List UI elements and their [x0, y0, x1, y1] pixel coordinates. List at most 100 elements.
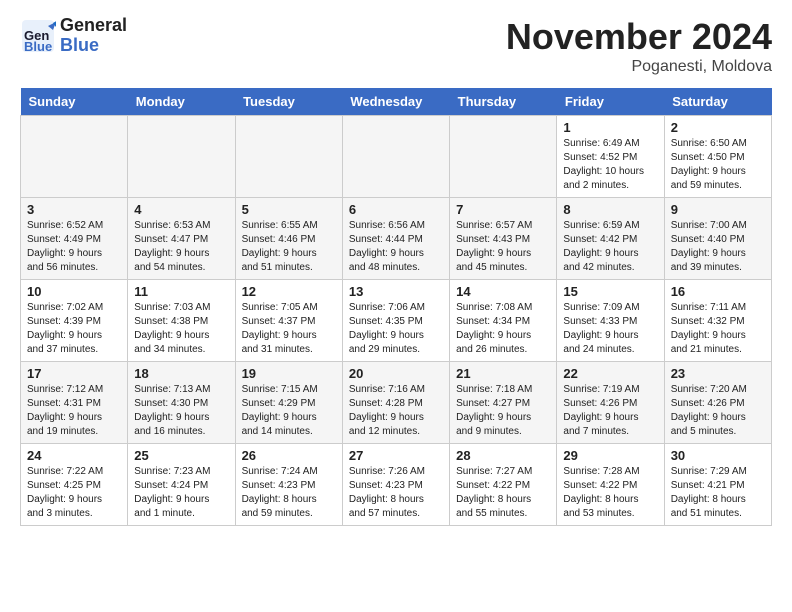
day-info: Sunrise: 7:29 AM Sunset: 4:21 PM Dayligh… — [671, 465, 765, 521]
day-info: Sunrise: 7:13 AM Sunset: 4:30 PM Dayligh… — [134, 383, 228, 439]
calendar-cell: 22 Sunrise: 7:19 AM Sunset: 4:26 PM Dayli… — [557, 362, 664, 444]
svg-text:Blue: Blue — [24, 39, 52, 54]
calendar-cell: 1 Sunrise: 6:49 AM Sunset: 4:52 PM Daylig… — [557, 116, 664, 198]
calendar-cell: 24 Sunrise: 7:22 AM Sunset: 4:25 PM Dayli… — [21, 444, 128, 526]
day-number: 14 — [456, 284, 550, 299]
day-number: 5 — [242, 202, 336, 217]
day-number: 22 — [563, 366, 657, 381]
day-info: Sunrise: 7:00 AM Sunset: 4:40 PM Dayligh… — [671, 219, 765, 275]
day-number: 15 — [563, 284, 657, 299]
header: Gen Blue General Blue November 2024 Poga… — [20, 16, 772, 76]
week-row-1: 3 Sunrise: 6:52 AM Sunset: 4:49 PM Daylig… — [21, 198, 772, 280]
day-number: 19 — [242, 366, 336, 381]
day-number: 29 — [563, 448, 657, 463]
day-info: Sunrise: 7:24 AM Sunset: 4:23 PM Dayligh… — [242, 465, 336, 521]
day-number: 17 — [27, 366, 121, 381]
day-info: Sunrise: 7:15 AM Sunset: 4:29 PM Dayligh… — [242, 383, 336, 439]
calendar-cell: 3 Sunrise: 6:52 AM Sunset: 4:49 PM Daylig… — [21, 198, 128, 280]
day-info: Sunrise: 7:11 AM Sunset: 4:32 PM Dayligh… — [671, 301, 765, 357]
month-title: November 2024 — [506, 16, 772, 58]
calendar-cell: 5 Sunrise: 6:55 AM Sunset: 4:46 PM Daylig… — [235, 198, 342, 280]
calendar-cell — [128, 116, 235, 198]
weekday-header-tuesday: Tuesday — [235, 88, 342, 116]
day-info: Sunrise: 7:22 AM Sunset: 4:25 PM Dayligh… — [27, 465, 121, 521]
location: Poganesti, Moldova — [506, 58, 772, 76]
calendar-cell: 27 Sunrise: 7:26 AM Sunset: 4:23 PM Dayli… — [342, 444, 449, 526]
day-info: Sunrise: 7:09 AM Sunset: 4:33 PM Dayligh… — [563, 301, 657, 357]
calendar-cell: 7Sunrise: 6:57 AM Sunset: 4:43 PM Daylig… — [450, 198, 557, 280]
logo: Gen Blue General Blue — [20, 16, 127, 56]
calendar-cell — [235, 116, 342, 198]
day-number: 23 — [671, 366, 765, 381]
day-number: 27 — [349, 448, 443, 463]
day-number: 30 — [671, 448, 765, 463]
calendar-cell: 9Sunrise: 7:00 AM Sunset: 4:40 PM Daylig… — [664, 198, 771, 280]
day-info: Sunrise: 7:26 AM Sunset: 4:23 PM Dayligh… — [349, 465, 443, 521]
day-number: 25 — [134, 448, 228, 463]
day-number: 21 — [456, 366, 550, 381]
day-info: Sunrise: 6:52 AM Sunset: 4:49 PM Dayligh… — [27, 219, 121, 275]
day-info: Sunrise: 6:56 AM Sunset: 4:44 PM Dayligh… — [349, 219, 443, 275]
day-info: Sunrise: 6:53 AM Sunset: 4:47 PM Dayligh… — [134, 219, 228, 275]
day-number: 11 — [134, 284, 228, 299]
day-info: Sunrise: 6:59 AM Sunset: 4:42 PM Dayligh… — [563, 219, 657, 275]
calendar-cell: 20 Sunrise: 7:16 AM Sunset: 4:28 PM Dayli… — [342, 362, 449, 444]
calendar-cell: 26 Sunrise: 7:24 AM Sunset: 4:23 PM Dayli… — [235, 444, 342, 526]
logo-blue: Blue — [60, 36, 127, 56]
calendar-cell: 12 Sunrise: 7:05 AM Sunset: 4:37 PM Dayli… — [235, 280, 342, 362]
calendar-cell: 21 Sunrise: 7:18 AM Sunset: 4:27 PM Dayli… — [450, 362, 557, 444]
calendar-cell: 29 Sunrise: 7:28 AM Sunset: 4:22 PM Dayli… — [557, 444, 664, 526]
day-number: 28 — [456, 448, 550, 463]
day-number: 7 — [456, 202, 550, 217]
weekday-header-monday: Monday — [128, 88, 235, 116]
day-info: Sunrise: 7:05 AM Sunset: 4:37 PM Dayligh… — [242, 301, 336, 357]
day-number: 24 — [27, 448, 121, 463]
calendar-cell: 4 Sunrise: 6:53 AM Sunset: 4:47 PM Daylig… — [128, 198, 235, 280]
calendar-cell: 19 Sunrise: 7:15 AM Sunset: 4:29 PM Dayli… — [235, 362, 342, 444]
day-number: 4 — [134, 202, 228, 217]
calendar-cell — [21, 116, 128, 198]
day-info: Sunrise: 7:28 AM Sunset: 4:22 PM Dayligh… — [563, 465, 657, 521]
day-info: Sunrise: 7:02 AM Sunset: 4:39 PM Dayligh… — [27, 301, 121, 357]
day-info: Sunrise: 6:55 AM Sunset: 4:46 PM Dayligh… — [242, 219, 336, 275]
day-number: 3 — [27, 202, 121, 217]
day-number: 26 — [242, 448, 336, 463]
day-info: Sunrise: 7:16 AM Sunset: 4:28 PM Dayligh… — [349, 383, 443, 439]
weekday-header-saturday: Saturday — [664, 88, 771, 116]
day-info: Sunrise: 7:27 AM Sunset: 4:22 PM Dayligh… — [456, 465, 550, 521]
day-info: Sunrise: 7:23 AM Sunset: 4:24 PM Dayligh… — [134, 465, 228, 521]
week-row-2: 10 Sunrise: 7:02 AM Sunset: 4:39 PM Dayli… — [21, 280, 772, 362]
day-info: Sunrise: 7:18 AM Sunset: 4:27 PM Dayligh… — [456, 383, 550, 439]
weekday-header-row: SundayMondayTuesdayWednesdayThursdayFrid… — [21, 88, 772, 116]
calendar-cell: 18 Sunrise: 7:13 AM Sunset: 4:30 PM Dayli… — [128, 362, 235, 444]
day-number: 12 — [242, 284, 336, 299]
weekday-header-wednesday: Wednesday — [342, 88, 449, 116]
day-info: Sunrise: 6:50 AM Sunset: 4:50 PM Dayligh… — [671, 137, 765, 193]
day-number: 16 — [671, 284, 765, 299]
calendar-cell: 23Sunrise: 7:20 AM Sunset: 4:26 PM Dayli… — [664, 362, 771, 444]
day-number: 1 — [563, 120, 657, 135]
header-right: November 2024 Poganesti, Moldova — [506, 16, 772, 76]
calendar-cell: 8Sunrise: 6:59 AM Sunset: 4:42 PM Daylig… — [557, 198, 664, 280]
day-info: Sunrise: 7:19 AM Sunset: 4:26 PM Dayligh… — [563, 383, 657, 439]
weekday-header-thursday: Thursday — [450, 88, 557, 116]
day-number: 18 — [134, 366, 228, 381]
calendar-cell: 2 Sunrise: 6:50 AM Sunset: 4:50 PM Daylig… — [664, 116, 771, 198]
day-number: 2 — [671, 120, 765, 135]
day-info: Sunrise: 6:49 AM Sunset: 4:52 PM Dayligh… — [563, 137, 657, 193]
calendar-cell: 25 Sunrise: 7:23 AM Sunset: 4:24 PM Dayli… — [128, 444, 235, 526]
day-number: 20 — [349, 366, 443, 381]
day-info: Sunrise: 7:03 AM Sunset: 4:38 PM Dayligh… — [134, 301, 228, 357]
day-info: Sunrise: 7:06 AM Sunset: 4:35 PM Dayligh… — [349, 301, 443, 357]
calendar-cell: 15 Sunrise: 7:09 AM Sunset: 4:33 PM Dayli… — [557, 280, 664, 362]
calendar-cell: 30 Sunrise: 7:29 AM Sunset: 4:21 PM Dayli… — [664, 444, 771, 526]
calendar-cell: 16 Sunrise: 7:11 AM Sunset: 4:32 PM Dayli… — [664, 280, 771, 362]
calendar-cell: 6Sunrise: 6:56 AM Sunset: 4:44 PM Daylig… — [342, 198, 449, 280]
calendar-cell — [450, 116, 557, 198]
weekday-header-sunday: Sunday — [21, 88, 128, 116]
logo-icon: Gen Blue — [20, 18, 56, 54]
day-number: 10 — [27, 284, 121, 299]
weekday-header-friday: Friday — [557, 88, 664, 116]
day-number: 13 — [349, 284, 443, 299]
calendar-table: SundayMondayTuesdayWednesdayThursdayFrid… — [20, 88, 772, 526]
